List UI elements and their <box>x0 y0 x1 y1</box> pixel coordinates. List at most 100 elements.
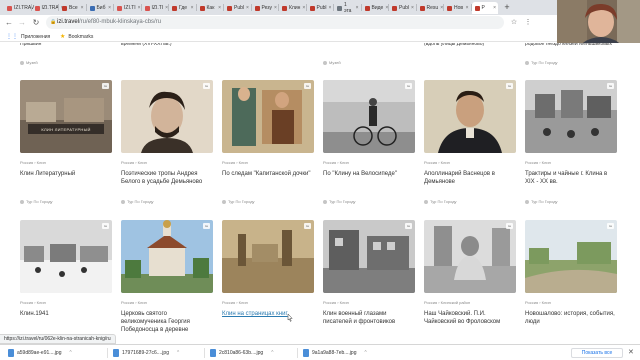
show-all-downloads-button[interactable]: Показать все <box>571 348 623 358</box>
download-item[interactable]: 9a1a9a88-7eb....jpg ⌃ <box>303 349 368 357</box>
tour-thumbnail[interactable]: ru <box>121 80 213 153</box>
tab-favicon-icon <box>89 5 95 11</box>
chevron-up-icon[interactable]: ⌃ <box>363 350 367 356</box>
forward-button[interactable]: → <box>16 17 28 29</box>
card-author[interactable]: Тур По Городу <box>20 199 53 204</box>
tour-thumbnail[interactable]: ru <box>222 80 314 153</box>
author-name: Тур По Городу <box>127 199 154 204</box>
bookmark-star-icon[interactable]: ☆ <box>508 17 520 29</box>
card-title[interactable]: Новошалово: история, события, люди <box>525 310 617 326</box>
card-title[interactable]: Аполлинарий Васнецов в Демьянове <box>424 170 516 186</box>
author-avatar-icon <box>323 60 327 65</box>
card-title[interactable]: Поэтические тропы Андрея Белого в усадьб… <box>121 170 213 186</box>
tour-thumbnail[interactable]: ru <box>20 220 112 293</box>
browser-tab[interactable]: Виде × <box>362 2 388 14</box>
download-item[interactable]: 17971689-27c6....jpg ⌃ <box>113 349 180 357</box>
card-title[interactable]: По "Клину на Велосипеде" <box>323 170 415 178</box>
author-name: Тур По Городу <box>430 199 457 204</box>
tour-thumbnail[interactable]: ru <box>525 220 617 293</box>
card-breadcrumb[interactable]: Россия › Клин <box>525 160 551 165</box>
chevron-up-icon[interactable]: ⌃ <box>68 350 72 356</box>
card-breadcrumb[interactable]: Россия › Клин <box>525 300 551 305</box>
new-tab-button[interactable]: + <box>502 2 512 12</box>
extensions-icon[interactable]: ⋮ <box>522 17 534 29</box>
card-breadcrumb[interactable]: Россия › Клин <box>424 160 450 165</box>
download-filename: 9a1a9a88-7eb....jpg <box>312 350 357 356</box>
image-file-icon <box>8 349 14 357</box>
card-title[interactable]: Наш Чайковский. П.И. Чайковский во Фроло… <box>424 310 516 326</box>
card-author[interactable]: Тур По Городу <box>525 199 558 204</box>
card-author[interactable]: Музей <box>323 60 341 65</box>
card-title[interactable]: Клин.1941 <box>20 310 112 318</box>
card-title[interactable]: По следам "Капитанской дочки" <box>222 170 314 178</box>
tour-thumbnail[interactable]: ru <box>323 80 415 153</box>
browser-tab[interactable]: Резу × <box>252 2 279 14</box>
author-avatar-icon <box>20 60 24 65</box>
browser-tab[interactable]: IZI.TRA× <box>32 2 64 14</box>
card-author[interactable]: Тур По Городу <box>121 199 154 204</box>
address-bar[interactable]: 🔒 izi.travel/ru/ef80-mbuk-klinskaya-cbs/… <box>46 16 504 29</box>
chevron-up-icon[interactable]: ⌃ <box>270 350 274 356</box>
browser-tab[interactable]: Publ × <box>224 2 251 14</box>
bookmark-apps[interactable]: ⋮⋮ Приложения <box>6 33 50 41</box>
tour-thumbnail[interactable]: ru <box>424 220 516 293</box>
card-breadcrumb[interactable]: Россия › Клинский район <box>424 300 470 305</box>
card-breadcrumb[interactable]: Россия › Клин <box>121 160 147 165</box>
browser-tab[interactable]: Р × <box>471 2 498 14</box>
tab-favicon-icon <box>254 5 260 11</box>
bookmark-bookmarks[interactable]: ★ Bookmarks <box>60 33 94 41</box>
card-title[interactable]: (вдоль улицы Демьяново) <box>424 43 516 47</box>
browser-tab[interactable]: Как × <box>197 2 224 14</box>
browser-tab[interactable]: Где × <box>169 2 196 14</box>
card-title[interactable]: Клин военный глазами писателей и фронтов… <box>323 310 415 326</box>
tab-close-icon[interactable]: × <box>493 5 498 11</box>
browser-tab[interactable]: Resu × <box>417 2 443 14</box>
card-breadcrumb[interactable]: Россия › Клин <box>323 300 349 305</box>
browser-tab[interactable]: 1 эта × <box>334 2 361 14</box>
close-downloads-icon[interactable]: ✕ <box>628 348 634 356</box>
tab-label: Publ <box>234 5 245 11</box>
card-title[interactable]: родовое гнездо князей Меньшиковых <box>525 43 617 47</box>
card-title[interactable]: Клин Литературный <box>20 170 112 178</box>
tour-thumbnail[interactable]: ru <box>222 220 314 293</box>
tour-thumbnail[interactable]: ru <box>424 80 516 153</box>
browser-tab[interactable]: IZI.TI × <box>114 2 141 14</box>
browser-tab[interactable]: IZI.TI × <box>142 2 168 14</box>
back-button[interactable]: ← <box>3 17 15 29</box>
card-title[interactable]: Клин на страницах книг <box>222 310 314 318</box>
bookmark-label: Bookmarks <box>68 33 94 40</box>
browser-tab[interactable]: Publ × <box>307 2 334 14</box>
tour-thumbnail[interactable]: ru КЛИН ЛИТЕРАТУРНЫЙ <box>20 80 112 153</box>
image-file-icon <box>303 349 309 357</box>
card-title[interactable]: времени (XVI-XXI вв.) <box>121 43 213 47</box>
card-author[interactable]: Тур По Городу <box>424 199 457 204</box>
card-author[interactable]: Тур По Городу <box>525 60 558 65</box>
card-breadcrumb[interactable]: Россия › Клин <box>222 300 248 305</box>
browser-tab[interactable]: Нов × <box>444 2 471 14</box>
reload-button[interactable]: ↻ <box>30 17 42 29</box>
download-item[interactable]: 2c810a86-63b....jpg ⌃ <box>210 349 274 357</box>
card-breadcrumb[interactable]: Россия › Клин <box>323 160 349 165</box>
chevron-up-icon[interactable]: ⌃ <box>176 350 180 356</box>
browser-tab[interactable]: IZI.TRAV× <box>4 2 39 14</box>
card-breadcrumb[interactable]: Россия › Клин <box>121 300 147 305</box>
browser-tab[interactable]: Все × <box>59 2 86 14</box>
card-breadcrumb[interactable]: Россия › Клин <box>20 300 46 305</box>
tour-thumbnail[interactable]: ru <box>323 220 415 293</box>
browser-tab[interactable]: Клин × <box>279 2 306 14</box>
card-title[interactable]: Пришвин <box>20 43 112 47</box>
card-author[interactable]: Тур По Городу <box>323 199 356 204</box>
card-title[interactable]: Церковь святого великомученика Георгия П… <box>121 310 213 334</box>
download-item[interactable]: a59d89ae-e91....jpg ⌃ <box>8 349 73 357</box>
card-title[interactable]: Трактиры и чайные г. Клина в XIX - XX вв… <box>525 170 617 186</box>
tour-thumbnail[interactable]: ru <box>525 80 617 153</box>
card-breadcrumb[interactable]: Россия › Клин <box>20 160 46 165</box>
browser-tab[interactable]: Publ × <box>389 2 416 14</box>
tour-thumbnail[interactable]: ru <box>121 220 213 293</box>
tab-favicon-icon <box>34 5 40 11</box>
browser-tab[interactable]: Биб × <box>87 2 114 14</box>
tab-favicon-icon <box>7 5 12 11</box>
card-author[interactable]: Музей <box>20 60 38 65</box>
card-author[interactable]: Тур По Городу <box>222 199 255 204</box>
card-breadcrumb[interactable]: Россия › Клин <box>222 160 248 165</box>
